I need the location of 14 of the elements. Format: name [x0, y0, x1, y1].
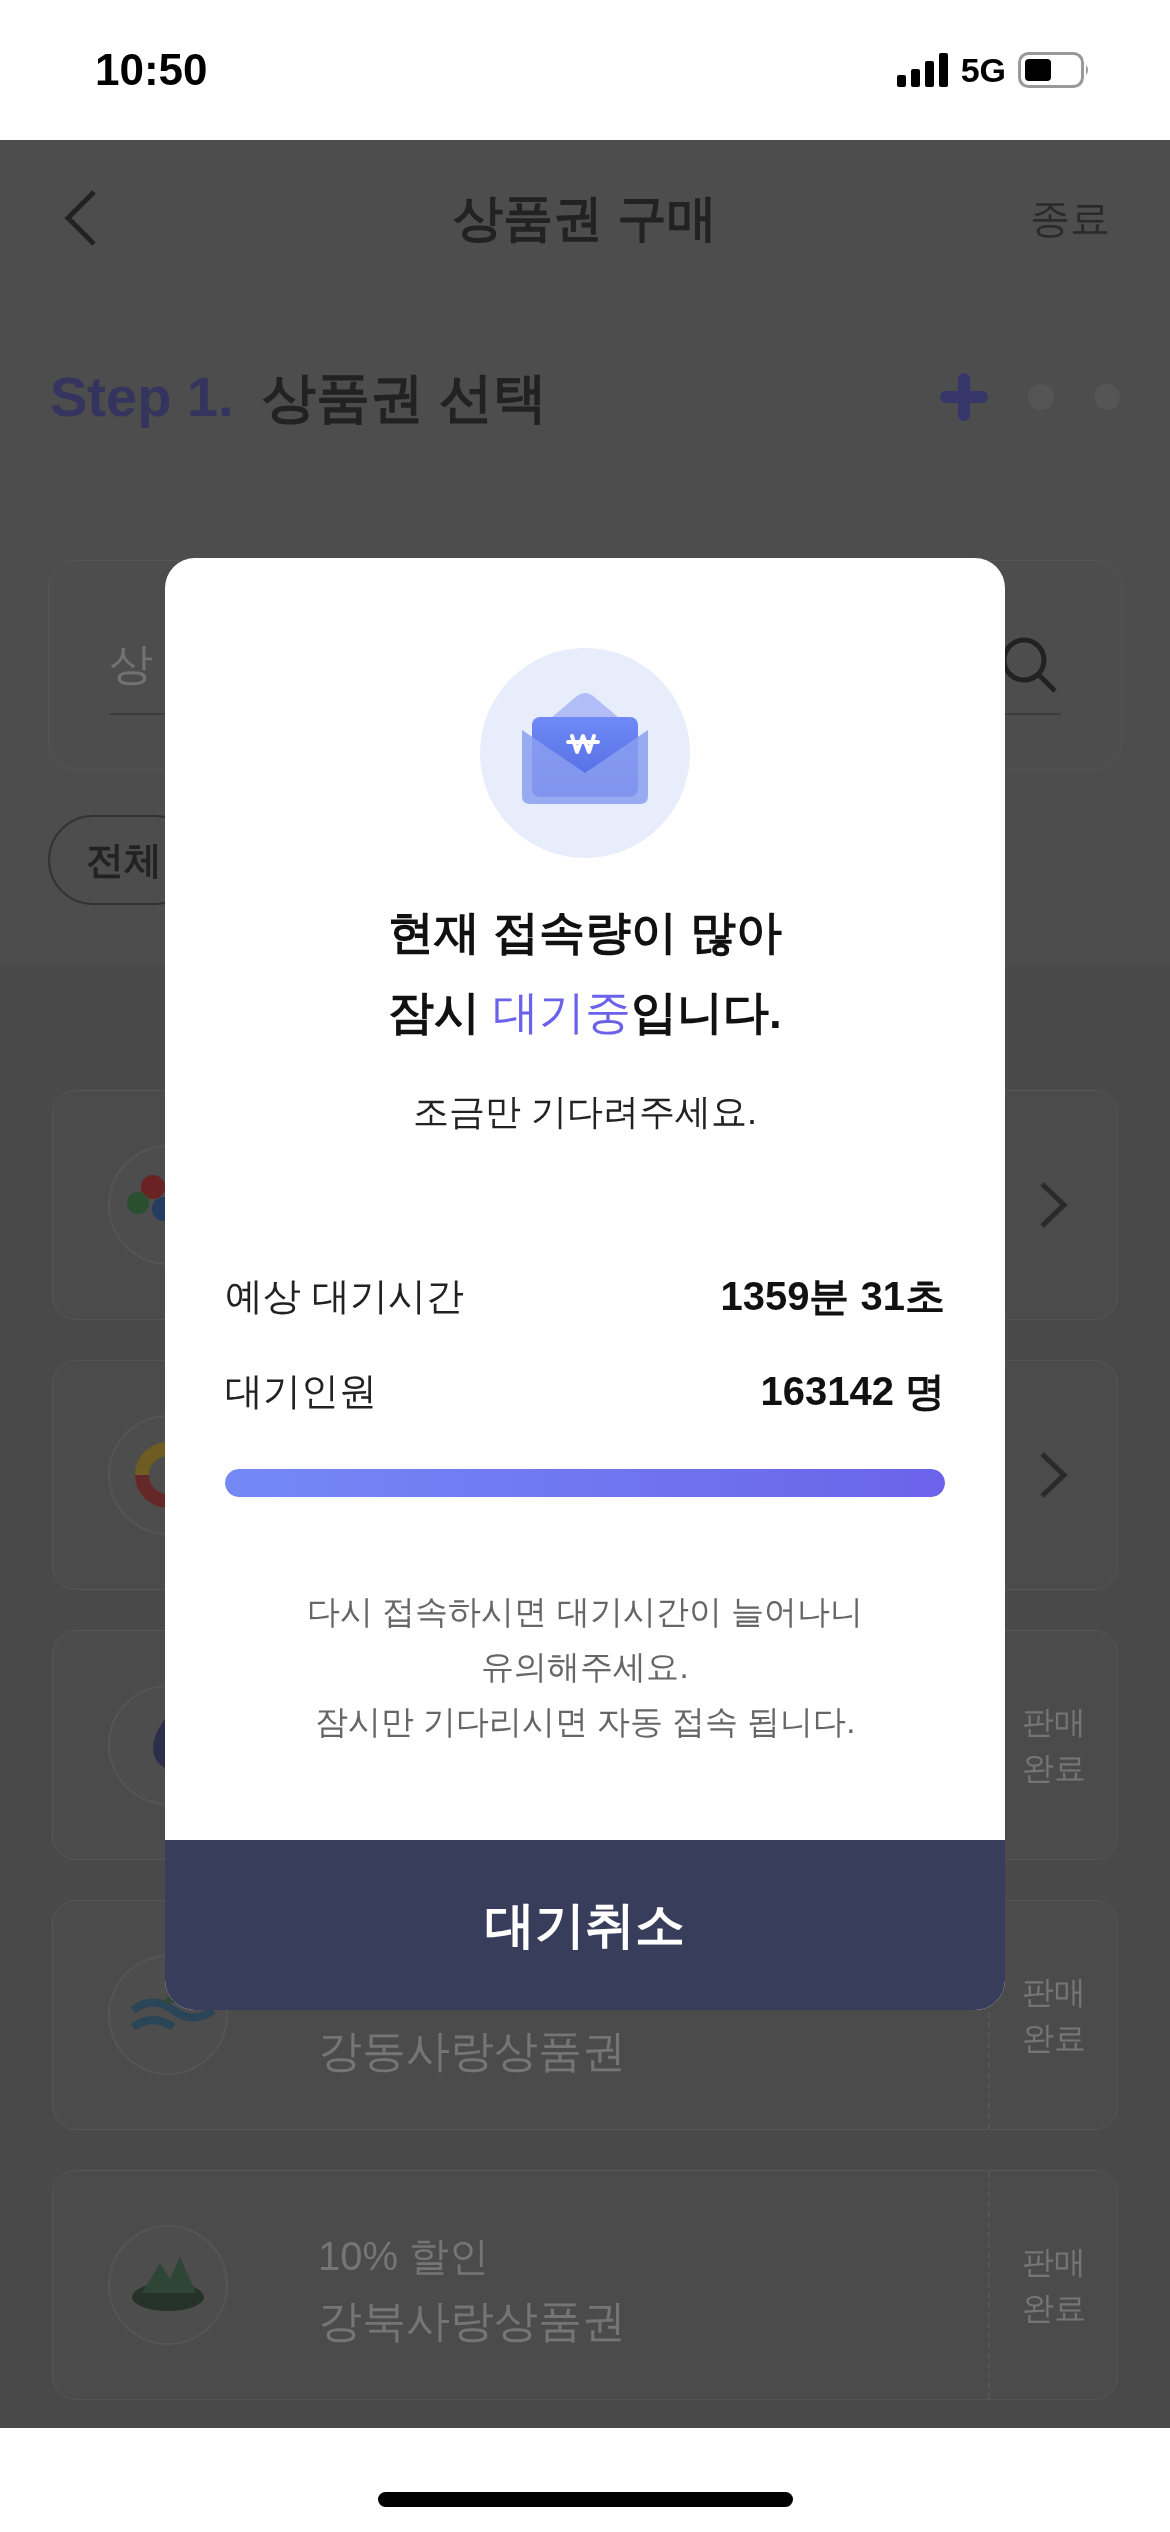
cancel-wait-button[interactable]: 대기취소 — [165, 1840, 1005, 2010]
notice-text: 다시 접속하시면 대기시간이 늘어나니 유의해주세요. 잠시만 기다리시면 자동 접속 됩니다. — [307, 1592, 863, 1742]
battery-icon — [1018, 52, 1090, 88]
status-time: 10:50 — [95, 44, 208, 96]
info-value: 1359분 31초 — [720, 1273, 945, 1320]
emblem-icon — [108, 2225, 228, 2345]
info-label: 대기인원 — [225, 1368, 377, 1414]
dialog-subtitle: 조금만 기다려주세요. — [413, 1090, 757, 1134]
signal-icon — [896, 53, 949, 87]
dialog-title: 현재 접속량이 많아 잠시 대기중입니다. — [388, 905, 782, 1040]
network-label: 5G — [960, 49, 1006, 91]
envelope-icon — [480, 648, 690, 858]
info-label: 예상 대기시간 — [225, 1273, 464, 1319]
info-value: 163142 명 — [760, 1368, 945, 1415]
